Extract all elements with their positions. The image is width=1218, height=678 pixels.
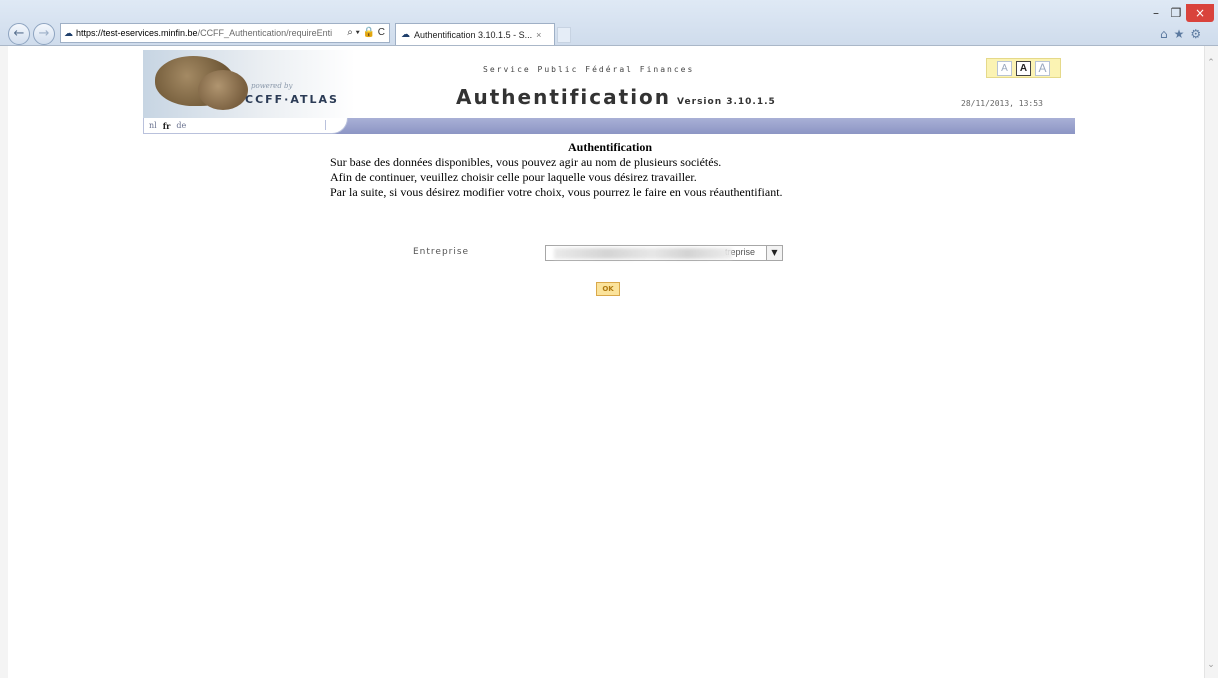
browser-tab[interactable]: ☁ Authentification 3.10.1.5 - S... × xyxy=(395,23,555,45)
info-line-2: Afin de continuer, veuillez choisir cell… xyxy=(330,170,697,184)
powered-by-text: powered by xyxy=(251,82,293,90)
home-favorites-settings-icons[interactable]: ⌂★⚙ xyxy=(1160,27,1207,41)
lang-fr-link[interactable]: fr xyxy=(163,121,171,131)
site-header: powered by CCFF·ATLAS Service Public Féd… xyxy=(143,50,1075,134)
app-version: Version 3.10.1.5 xyxy=(677,97,776,107)
app-title-text: Authentification xyxy=(456,85,672,109)
content-title: Authentification xyxy=(568,140,652,154)
font-size-small-button[interactable]: A xyxy=(997,60,1012,76)
entreprise-select[interactable]: treprise ▼ xyxy=(545,245,783,261)
address-bar[interactable]: ☁ https://test-eservices.minfin.be /CCFF… xyxy=(60,23,390,43)
ok-button[interactable]: OK xyxy=(596,282,620,296)
tab-title: Authentification 3.10.1.5 - S... xyxy=(414,29,533,40)
tab-site-icon: ☁ xyxy=(401,29,410,39)
font-size-large-button[interactable]: A xyxy=(1035,60,1050,76)
site-icon: ☁ xyxy=(64,27,73,38)
entreprise-label: Entreprise xyxy=(413,247,470,257)
lang-nl-link[interactable]: nl xyxy=(149,121,157,130)
minimize-icon[interactable]: – xyxy=(1146,4,1166,22)
tab-close-icon[interactable]: × xyxy=(536,30,541,40)
back-icon[interactable]: ← xyxy=(8,23,30,45)
forward-icon[interactable]: → xyxy=(33,23,55,45)
main-content: Authentification Sur base des données di… xyxy=(330,140,890,200)
page-title: Authentification Version 3.10.1.5 xyxy=(456,85,776,109)
new-tab-button[interactable] xyxy=(557,27,571,43)
chevron-down-icon[interactable]: ▼ xyxy=(766,246,782,260)
browser-chrome: ← → ☁ https://test-eservices.minfin.be /… xyxy=(0,0,1218,46)
url-host: https://test-eservices.minfin.be xyxy=(76,28,198,38)
page-left-edge xyxy=(0,46,8,678)
vertical-scrollbar[interactable] xyxy=(1204,46,1218,678)
language-selector: nl fr de xyxy=(143,118,348,134)
ccff-atlas-logo: powered by CCFF·ATLAS xyxy=(143,50,355,120)
font-size-selector: A A A xyxy=(986,58,1061,78)
font-size-medium-button[interactable]: A xyxy=(1016,60,1031,76)
service-name: Service Public Fédéral Finances xyxy=(483,65,695,74)
close-window-icon[interactable]: × xyxy=(1186,4,1214,22)
info-line-3: Par la suite, si vous désirez modifier v… xyxy=(330,185,783,199)
lang-de-link[interactable]: de xyxy=(176,121,186,130)
address-tools-icons[interactable]: ⌕ ▾ 🔒 C xyxy=(347,27,385,38)
logo-text: CCFF·ATLAS xyxy=(245,93,339,106)
maximize-icon[interactable]: ❐ xyxy=(1166,4,1186,22)
url-path: /CCFF_Authentication/requireEnti xyxy=(197,28,333,38)
date-time: 28/11/2013, 13:53 xyxy=(961,99,1043,108)
scroll-down-icon[interactable]: ⌄ xyxy=(1205,660,1217,670)
scroll-up-icon[interactable]: ⌃ xyxy=(1205,58,1217,68)
redacted-value xyxy=(554,248,732,259)
info-line-1: Sur base des données disponibles, vous p… xyxy=(330,155,722,169)
